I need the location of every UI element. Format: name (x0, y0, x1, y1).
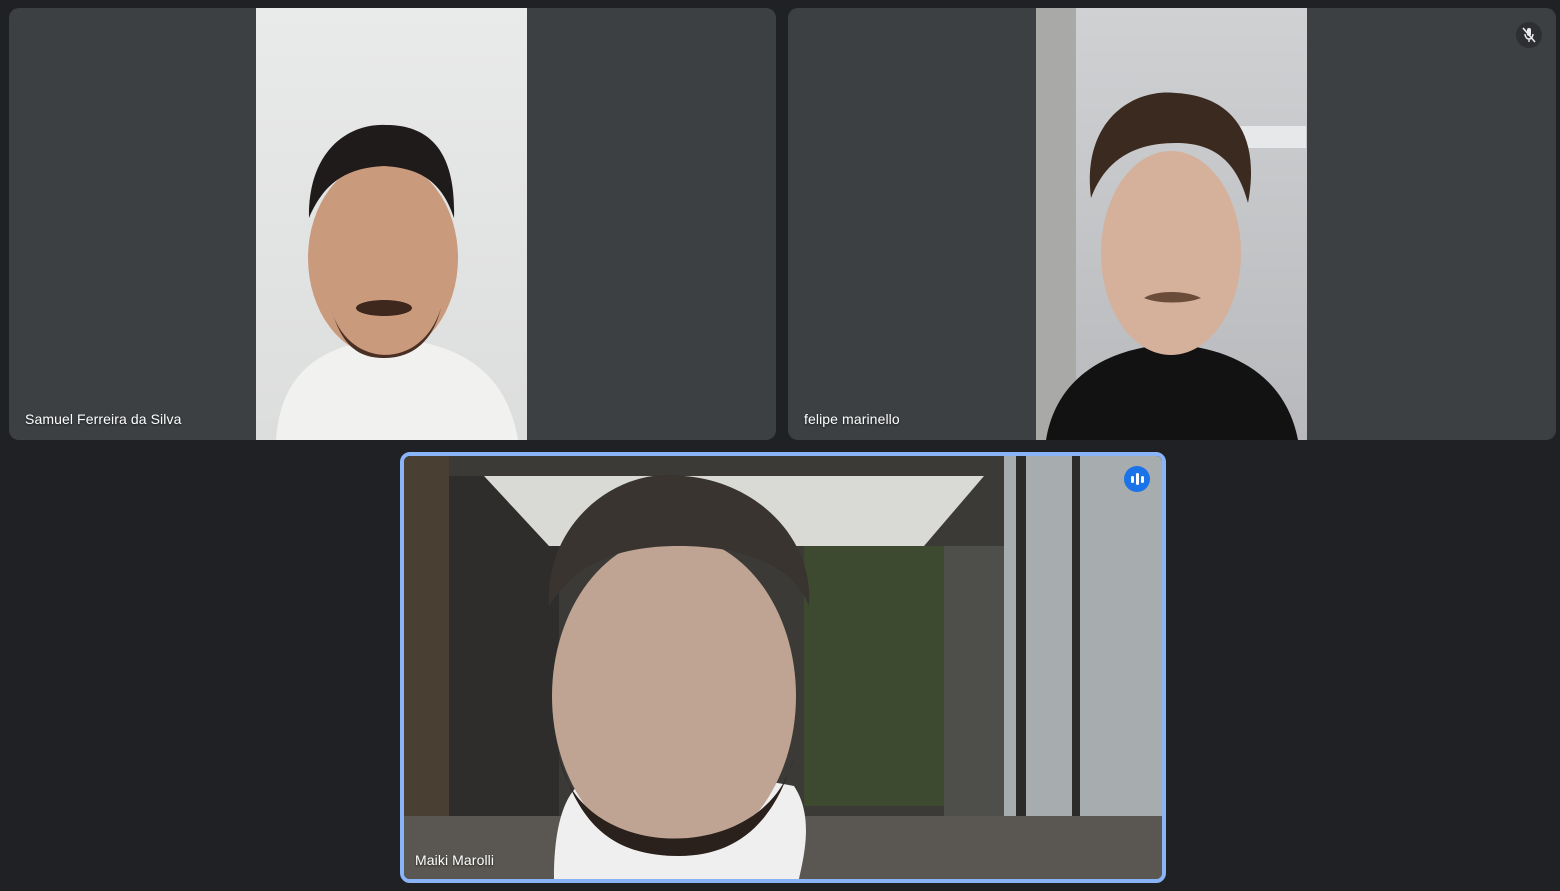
participant-video (1036, 8, 1307, 440)
participant-video (256, 8, 527, 440)
participant-video (404, 456, 1162, 879)
mic-off-icon (1516, 22, 1542, 48)
meeting-stage: Samuel Ferreira da Silva felipe marinell… (0, 0, 1560, 891)
person-silhouette (1036, 8, 1306, 440)
person-silhouette (276, 124, 518, 440)
participant-tile[interactable]: Samuel Ferreira da Silva (9, 8, 776, 440)
participant-name: Maiki Marolli (415, 852, 495, 868)
speaking-indicator-icon (1124, 466, 1150, 492)
participant-tile-active-speaker[interactable]: Maiki Marolli (400, 452, 1166, 883)
participant-name: felipe marinello (804, 411, 900, 427)
participant-tile[interactable]: felipe marinello (788, 8, 1556, 440)
participant-name: Samuel Ferreira da Silva (25, 411, 182, 427)
virtual-background (404, 456, 1162, 879)
